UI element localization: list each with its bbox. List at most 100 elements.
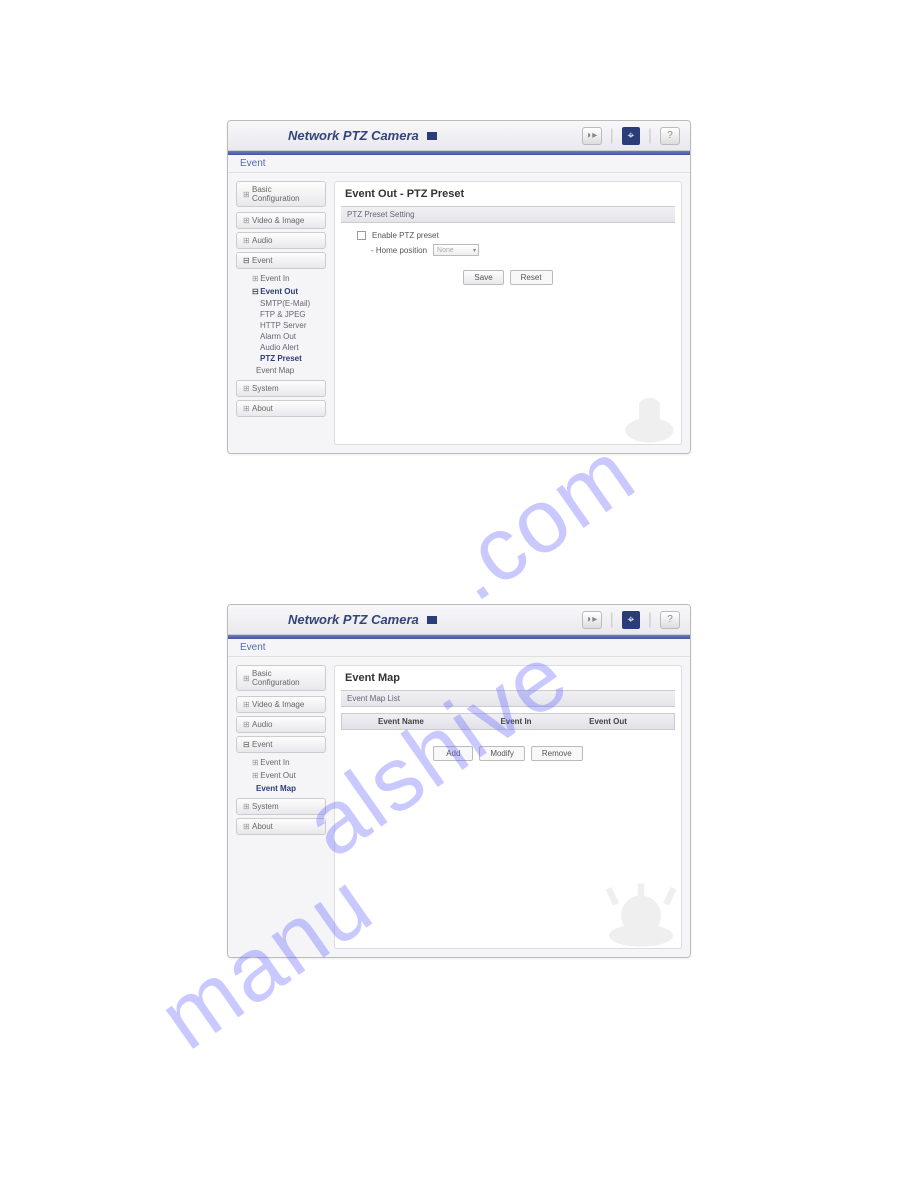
logo-square-icon [427,616,437,624]
enable-checkbox[interactable] [357,231,366,240]
page-title: Event Map [345,672,671,686]
collapse-icon: ⊟ [252,287,258,296]
sidebar-item-alarm[interactable]: Alarm Out [236,331,326,342]
sidebar-item-label: About [252,822,273,831]
expand-icon: ⊞ [243,190,249,199]
home-position-label: - Home position [371,246,427,255]
sidebar-item-event[interactable]: ⊟Event [236,252,326,269]
remove-button[interactable]: Remove [531,746,583,761]
table-header-row: Event Name Event In Event Out [341,713,675,730]
sidebar-item-event-in[interactable]: ⊞ Event In [236,272,326,285]
sidebar-item-video-image[interactable]: ⊞Video & Image [236,212,326,229]
reset-button[interactable]: Reset [510,270,553,285]
app-window-ptz-preset: Network PTZ Camera ◗▸ | ⌖ | ? Event ⊞Bas… [227,120,691,454]
add-button[interactable]: Add [433,746,473,761]
sidebar-item-label: Event [252,740,272,749]
sidebar-item-system[interactable]: ⊞System [236,798,326,815]
save-button[interactable]: Save [463,270,503,285]
expand-icon: ⊞ [243,674,249,683]
separator: | [648,611,652,629]
help-icon: ? [667,131,673,141]
sidebar: ⊞Basic Configuration ⊞Video & Image ⊞Aud… [236,181,326,445]
sidebar-item-video-image[interactable]: ⊞Video & Image [236,696,326,713]
sidebar-item-event-in[interactable]: ⊞ Event In [236,756,326,769]
home-position-select[interactable]: None ▾ [433,244,479,256]
sidebar-item-http[interactable]: HTTP Server [236,320,326,331]
sidebar-item-basic-config[interactable]: ⊞Basic Configuration [236,665,326,691]
camera-ghost-icon [601,883,681,948]
live-button[interactable]: ◗▸ [582,127,602,145]
config-button[interactable]: ⌖ [622,611,640,629]
section-header: PTZ Preset Setting [341,206,675,223]
page-title: Event Out - PTZ Preset [345,188,671,202]
expand-icon: ⊞ [243,822,249,831]
expand-icon: ⊞ [243,802,249,811]
sidebar-item-label: Event In [260,274,289,283]
help-icon: ? [667,615,673,625]
sidebar-item-label: Basic Configuration [252,185,321,203]
expand-icon: ⊞ [243,404,249,413]
sidebar-item-smtp[interactable]: SMTP(E-Mail) [236,298,326,309]
sidebar-item-ptz-preset[interactable]: PTZ Preset [236,353,326,364]
col-event-out: Event Out [562,717,654,726]
sidebar-item-audio[interactable]: ⊞Audio [236,716,326,733]
logo-square-icon [427,132,437,140]
expand-icon: ⊞ [243,384,249,393]
breadcrumb: Event [228,155,690,173]
sidebar-item-event-map[interactable]: Event Map [236,364,326,377]
header-bar: Network PTZ Camera ◗▸ | ⌖ | ? [228,121,690,151]
sidebar-item-label: System [252,384,279,393]
sidebar-item-event-out[interactable]: ⊟ Event Out [236,285,326,298]
col-event-name: Event Name [370,717,470,726]
expand-icon: ⊞ [252,771,258,780]
gear-icon: ⌖ [627,128,634,143]
sidebar: ⊞Basic Configuration ⊞Video & Image ⊞Aud… [236,665,326,949]
expand-icon: ⊞ [252,758,258,767]
chevron-down-icon: ▾ [473,247,476,254]
sidebar-item-ftp[interactable]: FTP & JPEG [236,309,326,320]
camera-ghost-icon [611,389,681,444]
sidebar-item-audio[interactable]: ⊞Audio [236,232,326,249]
sidebar-item-label: Event Out [260,771,296,780]
app-window-event-map: Network PTZ Camera ◗▸ | ⌖ | ? Event ⊞Bas… [227,604,691,958]
expand-icon: ⊞ [243,216,249,225]
collapse-icon: ⊟ [243,740,249,749]
sidebar-item-label: Event [252,256,272,265]
sidebar-item-label: Audio [252,720,272,729]
separator: | [648,127,652,145]
section-header: Event Map List [341,690,675,707]
sidebar-item-label: Video & Image [252,216,304,225]
expand-icon: ⊞ [243,236,249,245]
collapse-icon: ⊟ [243,256,249,265]
col-event-in: Event In [470,717,562,726]
separator: | [610,127,614,145]
sidebar-item-basic-config[interactable]: ⊞Basic Configuration [236,181,326,207]
sidebar-item-event-map[interactable]: Event Map [236,782,326,795]
sidebar-item-label: System [252,802,279,811]
app-title: Network PTZ Camera [288,612,419,627]
sidebar-item-about[interactable]: ⊞About [236,818,326,835]
enable-label: Enable PTZ preset [372,231,439,240]
play-icon: ◗▸ [586,615,597,625]
content-pane: Event Out - PTZ Preset PTZ Preset Settin… [334,181,682,445]
sidebar-item-label: Event Out [260,287,298,296]
sidebar-item-about[interactable]: ⊞About [236,400,326,417]
live-button[interactable]: ◗▸ [582,611,602,629]
separator: | [610,611,614,629]
gear-icon: ⌖ [627,612,634,627]
sidebar-item-event[interactable]: ⊟Event [236,736,326,753]
help-button[interactable]: ? [660,611,680,629]
play-icon: ◗▸ [586,131,597,141]
select-value: None [437,247,454,254]
expand-icon: ⊞ [243,700,249,709]
sidebar-item-audio-alert[interactable]: Audio Alert [236,342,326,353]
sidebar-item-event-out[interactable]: ⊞ Event Out [236,769,326,782]
config-button[interactable]: ⌖ [622,127,640,145]
expand-icon: ⊞ [252,274,258,283]
sidebar-item-system[interactable]: ⊞System [236,380,326,397]
breadcrumb: Event [228,639,690,657]
sidebar-item-label: Video & Image [252,700,304,709]
modify-button[interactable]: Modify [479,746,525,761]
help-button[interactable]: ? [660,127,680,145]
sidebar-item-label: Audio [252,236,272,245]
